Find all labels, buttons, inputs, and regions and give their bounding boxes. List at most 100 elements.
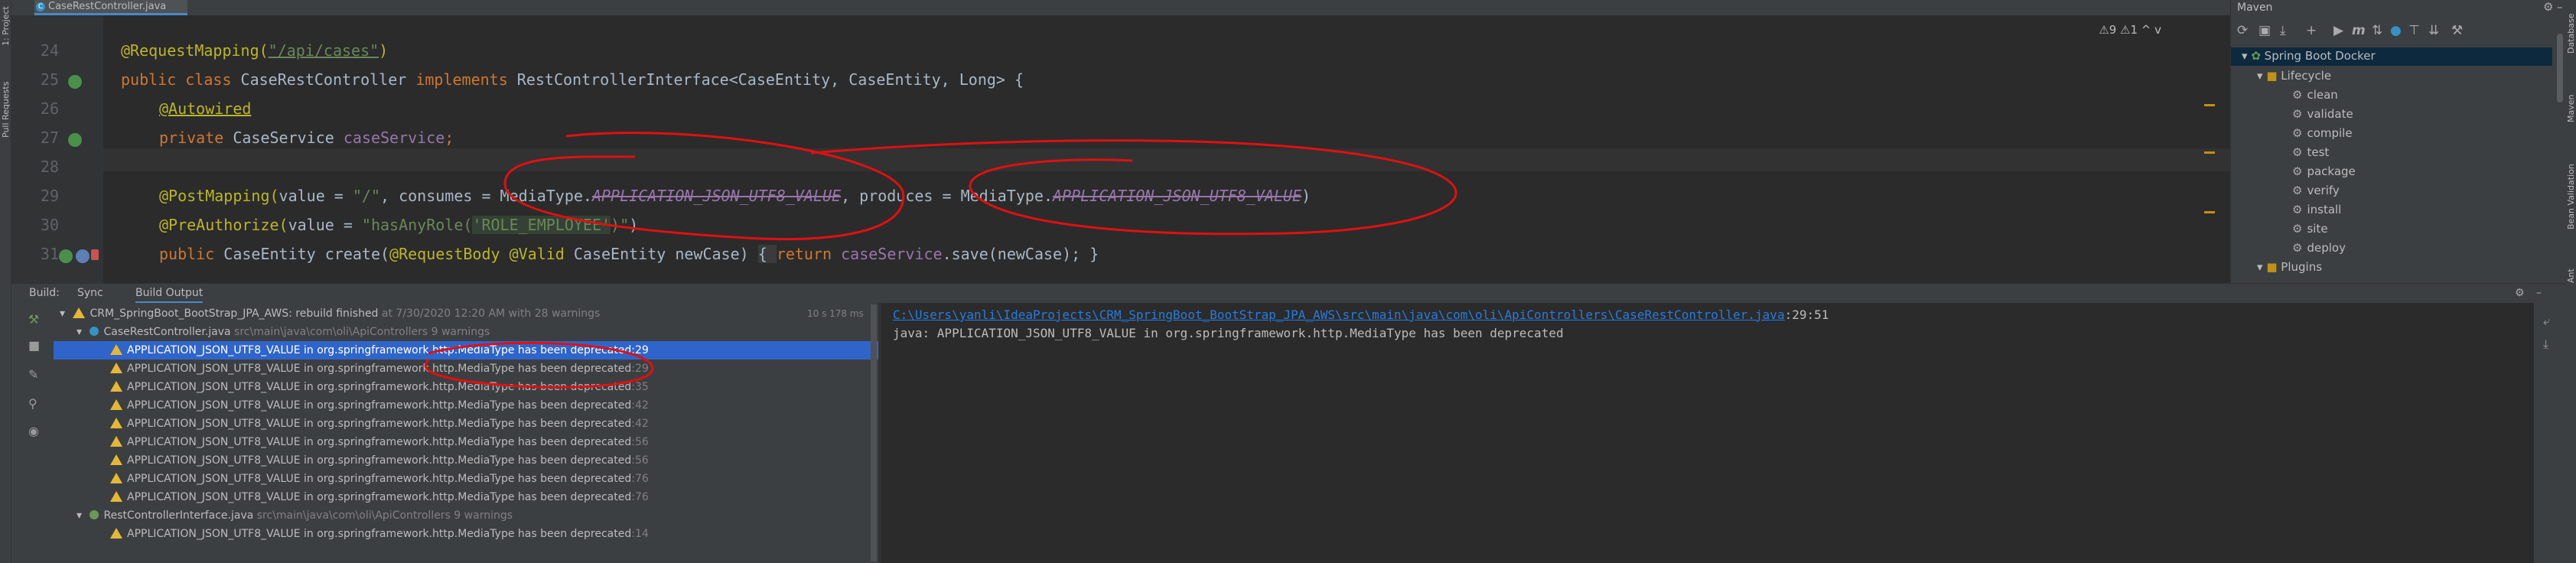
warning-row[interactable]: APPLICATION_JSON_UTF8_VALUE in org.sprin… bbox=[54, 415, 878, 433]
ant-tool-tab[interactable]: Ant bbox=[2566, 268, 2576, 283]
skip-tests-icon[interactable]: ● bbox=[2390, 23, 2402, 38]
chevron-down-icon: ▾ bbox=[60, 308, 66, 320]
warning-row[interactable]: APPLICATION_JSON_UTF8_VALUE in org.sprin… bbox=[54, 451, 878, 470]
wrench-icon[interactable]: ⚒ bbox=[2451, 23, 2463, 38]
code-line-27: private CaseService caseService; bbox=[159, 129, 454, 147]
download-icon[interactable]: ⤓ bbox=[2280, 23, 2286, 38]
spring-bean-icon[interactable] bbox=[68, 75, 82, 89]
chevron-down-icon: ▾ bbox=[77, 326, 83, 338]
globe-icon[interactable] bbox=[76, 249, 90, 263]
gear-icon[interactable]: ⚙ bbox=[2515, 287, 2525, 299]
class-file-icon: C bbox=[36, 2, 45, 11]
gear-icon: ⚙ bbox=[2292, 107, 2303, 121]
scroll-to-end-icon[interactable]: ⤓ bbox=[2543, 337, 2548, 352]
build-root-row[interactable]: ▾ CRM_SpringBoot_BootStrap_JPA_AWS: rebu… bbox=[54, 304, 878, 323]
database-tool-tab[interactable]: Database bbox=[2566, 14, 2576, 54]
file-row-case-rest-controller[interactable]: ▾ CaseRestController.java src\main\java\… bbox=[54, 323, 878, 341]
maven-goal-validate[interactable]: ⚙ validate bbox=[2292, 107, 2353, 121]
maven-goal-package[interactable]: ⚙ package bbox=[2292, 164, 2356, 178]
editor-tab-bar: C CaseRestController.java bbox=[11, 0, 2230, 15]
tab-sync[interactable]: Sync bbox=[77, 287, 103, 299]
warning-row[interactable]: APPLICATION_JSON_UTF8_VALUE in org.sprin… bbox=[54, 396, 878, 415]
maven-goal-install[interactable]: ⚙ install bbox=[2292, 203, 2341, 216]
maven-goal-site[interactable]: ⚙ site bbox=[2292, 222, 2328, 236]
gear-icon: ⚙ bbox=[2292, 126, 2303, 140]
build-tree[interactable]: ▾ CRM_SpringBoot_BootStrap_JPA_AWS: rebu… bbox=[54, 303, 878, 563]
inspection-warnings-badge[interactable]: ⚠9 ⚠1 ^ v bbox=[2099, 23, 2161, 37]
console-toolbar: ⤶ ⤓ bbox=[2534, 303, 2565, 563]
code-line-30: @PreAuthorize(value = "hasAnyRole('ROLE_… bbox=[159, 216, 639, 234]
file-row-rest-controller-interface[interactable]: ▾ RestControllerInterface.java src\main\… bbox=[54, 506, 878, 525]
build-tool-header: Build: Sync Build Output ⚙ – bbox=[11, 283, 2565, 304]
spring-web-icon[interactable] bbox=[59, 249, 73, 263]
warning-icon bbox=[110, 454, 122, 465]
show-dependencies-icon[interactable]: ⊤ bbox=[2408, 23, 2420, 38]
warning-row[interactable]: APPLICATION_JSON_UTF8_VALUE in org.sprin… bbox=[54, 433, 878, 451]
warning-icon bbox=[110, 399, 122, 410]
hammer-icon[interactable]: ⚒ bbox=[28, 312, 39, 327]
tab-build-output[interactable]: Build Output bbox=[135, 287, 204, 304]
gear-icon[interactable]: ⚙ bbox=[2543, 0, 2553, 14]
run-icon[interactable]: ▶ bbox=[2333, 23, 2343, 38]
maven-plugins-item[interactable]: ▾ ■ Plugins bbox=[2257, 260, 2322, 274]
warning-stripe[interactable] bbox=[2204, 211, 2215, 213]
warning-row[interactable]: APPLICATION_JSON_UTF8_VALUE in org.sprin… bbox=[54, 488, 878, 506]
spring-bean-icon[interactable] bbox=[68, 133, 82, 147]
maven-goal-test[interactable]: ⚙ test bbox=[2292, 145, 2329, 159]
tab-case-rest-controller[interactable]: C CaseRestController.java bbox=[34, 0, 187, 15]
gear-icon: ⚙ bbox=[2292, 203, 2303, 216]
warning-row[interactable]: APPLICATION_JSON_UTF8_VALUE in org.sprin… bbox=[54, 341, 878, 360]
maven-goal-verify[interactable]: ⚙ verify bbox=[2292, 184, 2340, 197]
maven-project-item[interactable]: ▾ ✿ Spring Boot Docker bbox=[2242, 49, 2376, 63]
maven-panel-title: Maven bbox=[2237, 2, 2273, 14]
warning-row[interactable]: APPLICATION_JSON_UTF8_VALUE in org.sprin… bbox=[54, 525, 878, 543]
minimize-icon[interactable]: – bbox=[2557, 0, 2563, 14]
maven-goal-deploy[interactable]: ⚙ deploy bbox=[2292, 241, 2346, 255]
generate-sources-icon[interactable]: ▣ bbox=[2258, 23, 2271, 38]
java-class-icon bbox=[90, 327, 99, 336]
gear-icon: ⚙ bbox=[2292, 222, 2303, 236]
warning-stripe[interactable] bbox=[2204, 104, 2215, 106]
warning-row[interactable]: APPLICATION_JSON_UTF8_VALUE in org.sprin… bbox=[54, 470, 878, 488]
chevron-down-icon: ▾ bbox=[77, 509, 83, 522]
pin-icon[interactable]: ⚲ bbox=[28, 396, 37, 411]
collapse-all-icon[interactable]: ⇊ bbox=[2428, 23, 2439, 38]
warning-icon bbox=[110, 344, 122, 355]
maven-tool-tab[interactable]: Maven bbox=[2566, 95, 2576, 122]
gear-icon: ⚙ bbox=[2292, 241, 2303, 255]
pull-requests-tool-tab[interactable]: Pull Requests bbox=[1, 82, 11, 138]
eye-icon[interactable]: ◉ bbox=[28, 424, 39, 438]
build-console[interactable]: C:\Users\yanli\IdeaProjects\CRM_SpringBo… bbox=[881, 303, 2534, 563]
minimize-icon[interactable]: – bbox=[2536, 287, 2542, 299]
bean-validation-tool-tab[interactable]: Bean Validation bbox=[2566, 164, 2576, 229]
warning-row[interactable]: APPLICATION_JSON_UTF8_VALUE in org.sprin… bbox=[54, 360, 878, 378]
reload-icon[interactable]: ⟳ bbox=[2237, 23, 2248, 38]
warning-stripe[interactable] bbox=[2204, 151, 2215, 154]
stop-icon[interactable]: ■ bbox=[28, 338, 40, 353]
right-tool-strip: Database Maven Bean Validation Ant bbox=[2565, 0, 2576, 563]
breakpoint-marker-icon[interactable] bbox=[91, 249, 99, 260]
code-line-24: @RequestMapping("/api/cases") bbox=[121, 41, 389, 60]
line-number: 29 bbox=[40, 187, 59, 205]
left-tool-strip: 1: Project Pull Requests bbox=[0, 0, 11, 563]
wrench-icon[interactable]: ✎ bbox=[28, 367, 38, 382]
warning-row[interactable]: APPLICATION_JSON_UTF8_VALUE in org.sprin… bbox=[54, 378, 878, 396]
folder-icon: ■ bbox=[2266, 69, 2278, 83]
folder-icon: ■ bbox=[2266, 260, 2278, 274]
java-interface-icon bbox=[90, 510, 99, 519]
maven-goal-compile[interactable]: ⚙ compile bbox=[2292, 126, 2353, 140]
gear-icon: ⚙ bbox=[2292, 184, 2303, 197]
add-icon[interactable]: + bbox=[2306, 23, 2317, 38]
soft-wrap-icon[interactable]: ⤶ bbox=[2543, 314, 2550, 329]
source-file-link[interactable]: C:\Users\yanli\IdeaProjects\CRM_SpringBo… bbox=[893, 308, 1785, 322]
maven-scrollbar[interactable] bbox=[2557, 34, 2563, 103]
maven-goal-clean[interactable]: ⚙ clean bbox=[2292, 88, 2338, 102]
toggle-offline-icon[interactable]: ⇅ bbox=[2372, 23, 2382, 38]
execute-goal-icon[interactable]: m bbox=[2352, 23, 2366, 38]
tree-scrollbar[interactable] bbox=[871, 304, 877, 561]
code-editor[interactable]: 24 25 26 27 28 29 30 31 @RequestMapping(… bbox=[11, 15, 2230, 283]
project-tool-tab[interactable]: 1: Project bbox=[1, 6, 11, 46]
line-number: 28 bbox=[40, 158, 59, 176]
maven-lifecycle-item[interactable]: ▾ ■ Lifecycle bbox=[2257, 69, 2331, 83]
current-line-highlight bbox=[103, 148, 2230, 171]
